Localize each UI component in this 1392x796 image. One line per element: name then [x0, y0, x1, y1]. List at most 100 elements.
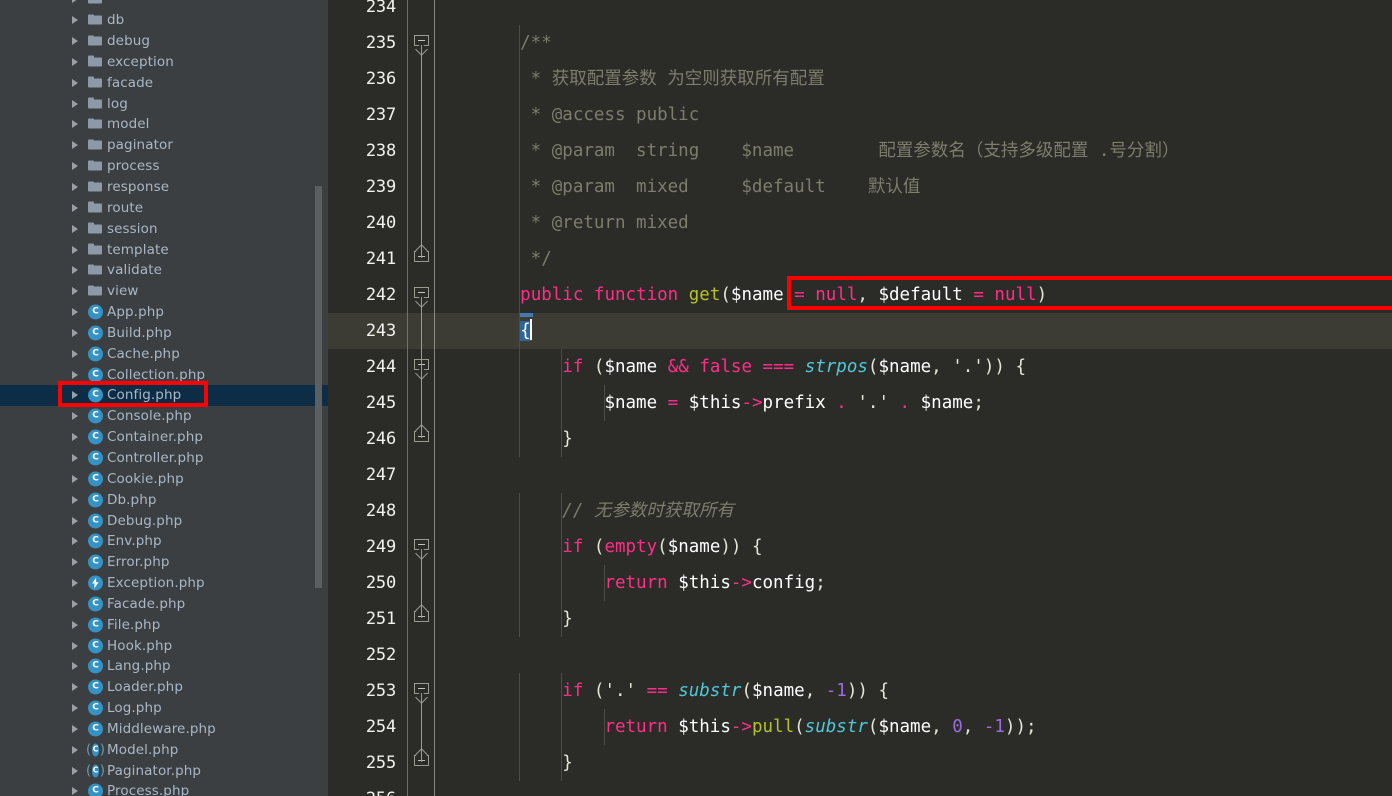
expand-arrow-icon[interactable]: [72, 16, 78, 25]
code-line-256[interactable]: 256: [328, 781, 1392, 796]
tree-item-file-php[interactable]: C File.php: [0, 614, 328, 635]
expand-arrow-icon[interactable]: [72, 349, 78, 358]
expand-arrow-icon[interactable]: [72, 620, 78, 629]
tree-item-app-php[interactable]: C App.php: [0, 302, 328, 323]
tree-item-paginator[interactable]: paginator: [0, 135, 328, 156]
code-text[interactable]: * @param mixed $default 默认值: [478, 169, 921, 205]
expand-arrow-icon[interactable]: [72, 162, 78, 171]
code-line-235[interactable]: 235 /**: [328, 25, 1392, 61]
project-tree-list[interactable]: db debug exception facade log model paginator p…: [0, 0, 328, 796]
code-editor-panel[interactable]: 234 235 /** 236 * 获取配置参数 为空则获取所有配置 237 * @a…: [328, 0, 1392, 796]
expand-arrow-icon[interactable]: [72, 704, 78, 713]
tree-item-model-php[interactable]: (C) Model.php: [0, 739, 328, 760]
code-text[interactable]: * @return mixed: [478, 205, 689, 241]
tree-item-hook-php[interactable]: C Hook.php: [0, 635, 328, 656]
code-line-242[interactable]: 242 public function get($name = null, $d…: [328, 277, 1392, 313]
expand-arrow-icon[interactable]: [72, 453, 78, 462]
code-line-253[interactable]: 253 if ('.' == substr($name, -1)) {: [328, 673, 1392, 709]
tree-item-model[interactable]: model: [0, 114, 328, 135]
expand-arrow-icon[interactable]: [72, 120, 78, 129]
fold-region-end-icon[interactable]: [414, 604, 431, 628]
expand-arrow-icon[interactable]: [72, 745, 78, 754]
code-line-248[interactable]: 248 // 无参数时获取所有: [328, 493, 1392, 529]
code-text[interactable]: * @param string $name 配置参数名（支持多级配置 .号分割）: [478, 133, 1180, 169]
code-line-246[interactable]: 246 }: [328, 421, 1392, 457]
project-tree-panel[interactable]: db debug exception facade log model paginator p…: [0, 0, 328, 796]
expand-arrow-icon[interactable]: [72, 287, 78, 296]
code-text[interactable]: }: [478, 421, 573, 457]
code-line-243[interactable]: 243 {: [328, 313, 1392, 349]
code-line-250[interactable]: 250 return $this->config;: [328, 565, 1392, 601]
expand-arrow-icon[interactable]: [72, 641, 78, 650]
tree-item-controller-php[interactable]: C Controller.php: [0, 448, 328, 469]
expand-arrow-icon[interactable]: [72, 516, 78, 525]
expand-arrow-icon[interactable]: [72, 433, 78, 442]
expand-arrow-icon[interactable]: [72, 308, 78, 317]
tree-item-process-php[interactable]: C Process.php: [0, 781, 328, 796]
expand-arrow-icon[interactable]: [72, 787, 78, 796]
code-line-239[interactable]: 239 * @param mixed $default 默认值: [328, 169, 1392, 205]
expand-arrow-icon[interactable]: [72, 662, 78, 671]
expand-arrow-icon[interactable]: [72, 141, 78, 150]
tree-item-db-php[interactable]: C Db.php: [0, 489, 328, 510]
expand-arrow-icon[interactable]: [72, 766, 78, 775]
expand-arrow-icon[interactable]: [72, 474, 78, 483]
code-line-234[interactable]: 234: [328, 0, 1392, 25]
code-line-241[interactable]: 241 */: [328, 241, 1392, 277]
code-line-245[interactable]: 245 $name = $this->prefix . '.' . $name;: [328, 385, 1392, 421]
tree-item-exception-php[interactable]: Exception.php: [0, 573, 328, 594]
sidebar-scrollbar-thumb[interactable]: [315, 186, 322, 588]
expand-arrow-icon[interactable]: [72, 224, 78, 233]
tree-item-container-php[interactable]: C Container.php: [0, 427, 328, 448]
code-text[interactable]: }: [478, 601, 573, 637]
tree-item-log-php[interactable]: C Log.php: [0, 698, 328, 719]
expand-arrow-icon[interactable]: [72, 183, 78, 192]
expand-arrow-icon[interactable]: [72, 266, 78, 275]
expand-arrow-icon[interactable]: [72, 203, 78, 212]
tree-item-config-php[interactable]: C Config.php: [0, 385, 328, 406]
code-line-255[interactable]: 255 }: [328, 745, 1392, 781]
code-text[interactable]: /**: [478, 25, 552, 61]
expand-arrow-icon[interactable]: [72, 370, 78, 379]
code-line-238[interactable]: 238 * @param string $name 配置参数名（支持多级配置 .…: [328, 133, 1392, 169]
expand-arrow-icon[interactable]: [72, 391, 78, 400]
tree-item-error-php[interactable]: C Error.php: [0, 552, 328, 573]
fold-region-start-icon[interactable]: [414, 683, 431, 704]
tree-item-console-php[interactable]: C Console.php: [0, 406, 328, 427]
code-line-247[interactable]: 247: [328, 457, 1392, 493]
expand-arrow-icon[interactable]: [72, 558, 78, 567]
code-line-251[interactable]: 251 }: [328, 601, 1392, 637]
expand-arrow-icon[interactable]: [72, 37, 78, 46]
tree-item-response[interactable]: response: [0, 177, 328, 198]
tree-item-loader-php[interactable]: C Loader.php: [0, 677, 328, 698]
tree-item-partial-0[interactable]: [0, 0, 328, 10]
tree-item-collection-php[interactable]: C Collection.php: [0, 364, 328, 385]
tree-item-debug-php[interactable]: C Debug.php: [0, 510, 328, 531]
expand-arrow-icon[interactable]: [72, 599, 78, 608]
expand-arrow-icon[interactable]: [72, 495, 78, 504]
expand-arrow-icon[interactable]: [72, 412, 78, 421]
tree-item-debug[interactable]: debug: [0, 31, 328, 52]
fold-region-start-icon[interactable]: [414, 539, 431, 560]
tree-item-exception[interactable]: exception: [0, 52, 328, 73]
expand-arrow-icon[interactable]: [72, 0, 78, 4]
expand-arrow-icon[interactable]: [72, 78, 78, 87]
tree-item-log[interactable]: log: [0, 93, 328, 114]
code-text[interactable]: * 获取配置参数 为空则获取所有配置: [478, 61, 825, 97]
expand-arrow-icon[interactable]: [72, 683, 78, 692]
code-text[interactable]: $name = $this->prefix . '.' . $name;: [478, 385, 983, 421]
tree-item-db[interactable]: db: [0, 10, 328, 31]
code-text[interactable]: public function get($name = null, $defau…: [478, 277, 1047, 313]
tree-item-middleware-php[interactable]: C Middleware.php: [0, 719, 328, 740]
tree-item-session[interactable]: session: [0, 218, 328, 239]
tree-item-build-php[interactable]: C Build.php: [0, 323, 328, 344]
expand-arrow-icon[interactable]: [72, 245, 78, 254]
tree-item-paginator-php[interactable]: (C) Paginator.php: [0, 760, 328, 781]
tree-item-env-php[interactable]: C Env.php: [0, 531, 328, 552]
tree-item-lang-php[interactable]: C Lang.php: [0, 656, 328, 677]
code-text[interactable]: {: [478, 313, 532, 349]
code-text[interactable]: }: [478, 745, 573, 781]
code-text[interactable]: // 无参数时获取所有: [478, 493, 734, 529]
expand-arrow-icon[interactable]: [72, 537, 78, 546]
tree-item-template[interactable]: template: [0, 239, 328, 260]
